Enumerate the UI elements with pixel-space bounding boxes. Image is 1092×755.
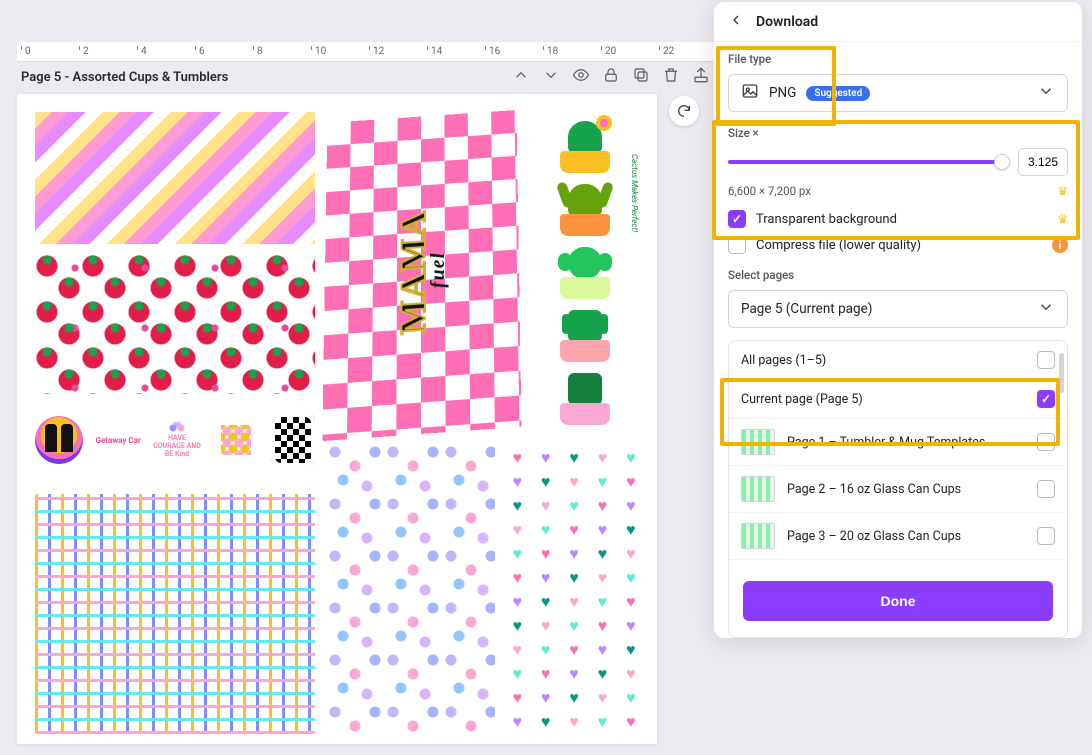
info-icon[interactable]: i [1052,237,1068,253]
ruler-tick: 20 [601,46,616,50]
page-thumbnail [741,429,775,455]
page-list-item[interactable]: All pages (1–5) [729,341,1067,380]
panel-header: Download [714,2,1082,42]
ruler-tick: 14 [427,46,442,50]
mama-text: MAMA fuel [397,208,448,335]
page-list-item[interactable]: Page 3 – 20 oz Glass Can Cups [729,513,1067,560]
page-list-scroll[interactable]: All pages (1–5) Current page (Page 5) Page… [729,341,1067,569]
page-item-checkbox[interactable] [1037,527,1055,545]
suggested-badge: Suggested [806,86,870,101]
page-item-label: Page 2 – 16 oz Glass Can Cups [787,482,961,497]
trash-icon[interactable] [662,66,680,88]
file-type-label: File type [728,52,1068,66]
design-hearts[interactable]: ♥♥♥♥♥♥♥♥♥♥♥♥♥♥♥♥♥♥♥♥♥♥♥♥♥♥♥♥♥♥♥♥♥♥♥♥♥♥♥♥… [499,442,649,734]
refresh-button[interactable] [669,96,699,126]
design-strawberries[interactable] [35,254,315,394]
done-button[interactable]: Done [743,581,1053,621]
editor-canvas: 0 2 4 6 8 10 12 14 16 18 20 22 Page 5 - … [0,0,714,755]
page-item-checkbox[interactable] [1037,351,1055,369]
file-type-value: PNG [769,85,796,101]
slider-thumb[interactable] [994,154,1010,170]
page-item-label: Page 3 – 20 oz Glass Can Cups [787,529,961,544]
size-input[interactable] [1018,148,1068,176]
size-label: Size × [728,126,1068,140]
page-item-label: All pages (1–5) [741,353,826,368]
artboard[interactable]: Getaway Car HAVE COURAGE AND BE Kind MAM… [17,94,657,744]
size-dimensions: 6,600 × 7,200 px [728,184,811,198]
duplicate-icon[interactable] [632,66,650,88]
back-icon[interactable] [728,12,744,32]
chevron-up-icon[interactable] [512,66,530,88]
selected-pages-value: Page 5 (Current page) [741,301,872,317]
page-item-checkbox[interactable] [1037,433,1055,451]
crown-icon: ♛ [1057,212,1068,226]
export-icon[interactable] [692,66,710,88]
design-flowers[interactable] [325,442,495,734]
size-slider[interactable] [728,160,1008,164]
design-stripes[interactable] [35,112,315,244]
lock-icon[interactable] [602,66,620,88]
page-list-item[interactable]: Page 2 – 16 oz Glass Can Cups [729,466,1067,513]
ruler-tick: 0 [21,46,31,50]
transparent-label: Transparent background [756,212,897,227]
ruler-tick: 8 [253,46,263,50]
page-list-item[interactable]: Current page (Page 5) [729,380,1067,419]
select-pages-label: Select pages [728,268,1068,282]
visibility-icon[interactable] [572,66,590,88]
ruler-tick: 10 [311,46,326,50]
page-item-label: Page 1 – Tumbler & Mug Templates [787,435,985,450]
ruler-tick: 22 [659,46,674,50]
design-plaid[interactable] [35,494,315,734]
image-icon [741,82,759,104]
chevron-down-icon [1037,82,1055,104]
compress-checkbox[interactable] [728,236,746,254]
page-item-checkbox[interactable] [1037,480,1055,498]
select-pages-dropdown[interactable]: Page 5 (Current page) [728,290,1068,328]
download-panel: Download File type PNG Suggested Size × … [714,2,1082,638]
design-mama-checker[interactable]: MAMA fuel [322,110,521,441]
ruler-tick: 6 [195,46,205,50]
badge-checker[interactable] [271,413,315,467]
ruler-horizontal: 0 2 4 6 8 10 12 14 16 18 20 22 [17,42,714,62]
badge-flowers[interactable] [212,416,260,464]
ruler-tick: 12 [369,46,384,50]
crown-icon: ♛ [1057,184,1068,198]
page-header: Page 5 - Assorted Cups & Tumblers [17,63,714,91]
page-thumbnail [741,523,775,549]
transparent-checkbox[interactable] [728,210,746,228]
badge-courage[interactable]: HAVE COURAGE AND BE Kind [153,416,201,464]
page-thumbnail [741,476,775,502]
ruler-tick: 2 [79,46,89,50]
cactus-caption: Cactus Makes Perfect! [630,154,639,232]
design-cacti[interactable]: Cactus Makes Perfect! [529,112,641,430]
page-list: All pages (1–5) Current page (Page 5) Page… [728,340,1068,638]
panel-title: Download [756,14,818,30]
page-list-item[interactable]: Page 1 – Tumbler & Mug Templates [729,419,1067,466]
badge-sunset[interactable] [35,416,83,464]
page-item-label: Current page (Page 5) [741,392,863,407]
ruler-tick: 4 [137,46,147,50]
ruler-tick: 18 [543,46,558,50]
chevron-down-icon[interactable] [542,66,560,88]
design-badge-row[interactable]: Getaway Car HAVE COURAGE AND BE Kind [35,408,315,472]
file-type-select[interactable]: PNG Suggested [728,74,1068,112]
compress-label: Compress file (lower quality) [756,238,921,253]
page-title: Page 5 - Assorted Cups & Tumblers [21,70,512,85]
page-item-checkbox[interactable] [1037,390,1055,408]
chevron-down-icon [1037,298,1055,320]
badge-getaway[interactable]: Getaway Car [94,416,142,464]
ruler-tick: 16 [485,46,500,50]
